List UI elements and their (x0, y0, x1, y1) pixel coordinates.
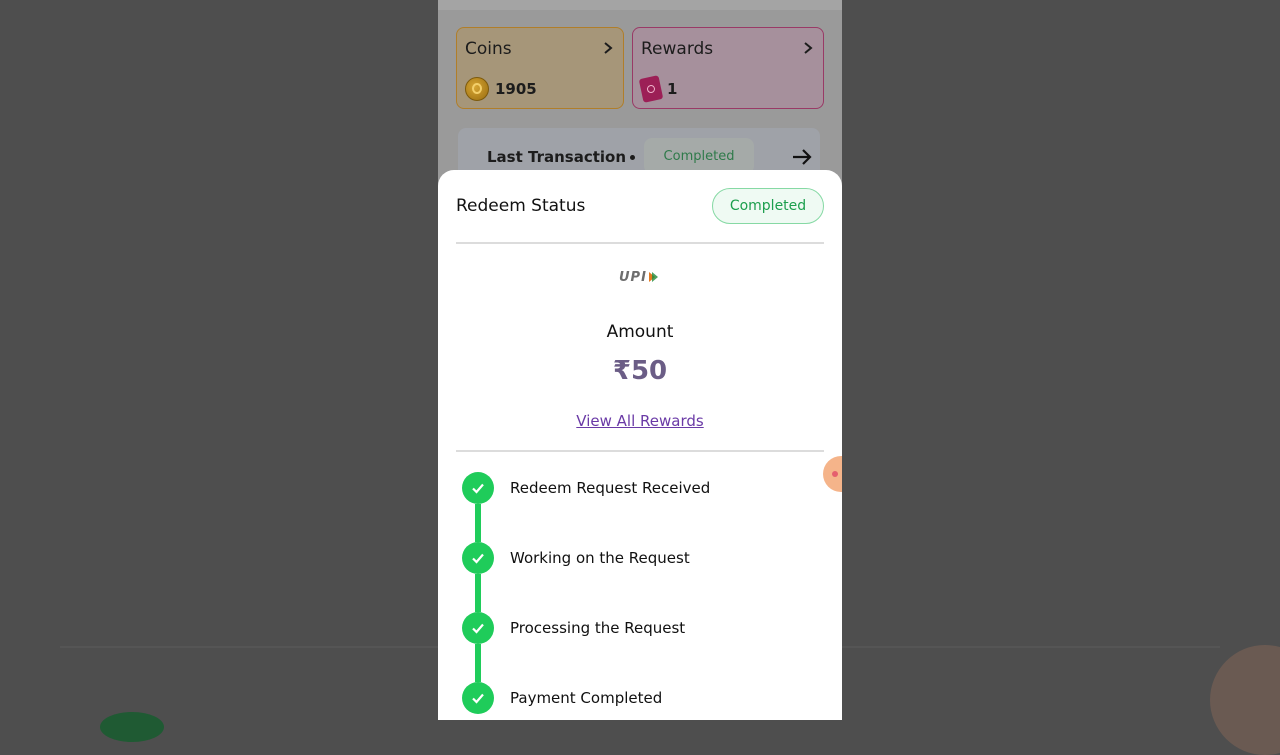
step-connector (475, 644, 481, 682)
top-bar (438, 0, 842, 10)
step-item: Working on the Request (462, 542, 690, 574)
step-label: Working on the Request (510, 549, 690, 567)
upi-logo: UPI (619, 269, 663, 285)
rewards-card[interactable]: Rewards 1 (632, 27, 824, 109)
chevron-right-icon (804, 42, 813, 54)
upi-logo-text: UPI (619, 269, 647, 285)
step-connector (475, 504, 481, 542)
coin-icon (465, 77, 489, 101)
floating-action-button[interactable] (823, 456, 842, 492)
coins-value-row: 1905 (465, 76, 537, 102)
check-icon (462, 612, 494, 644)
separator-dot (630, 155, 635, 160)
chevron-right-icon (604, 42, 613, 54)
step-connector (475, 574, 481, 612)
background-decoration (1210, 645, 1280, 755)
last-transaction-label: Last Transaction (487, 148, 627, 166)
step-item: Processing the Request (462, 612, 685, 644)
amount-value: ₹50 (612, 356, 668, 386)
arrow-right-icon[interactable] (792, 149, 812, 165)
coins-card[interactable]: Coins 1905 (456, 27, 624, 109)
redeem-status-sheet: Redeem Status Completed UPI Amount ₹50 V… (438, 170, 842, 720)
background-decoration (100, 712, 164, 742)
rewards-value: 1 (667, 80, 678, 98)
step-label: Processing the Request (510, 619, 686, 637)
check-icon (462, 682, 494, 714)
check-icon (462, 472, 494, 504)
rewards-value-row: 1 (638, 75, 678, 103)
upi-mark-icon (648, 272, 658, 282)
last-transaction-status: Completed (644, 138, 754, 174)
divider (456, 242, 824, 244)
sheet-title: Redeem Status (456, 196, 586, 216)
step-label: Payment Completed (510, 689, 663, 707)
coins-value: 1905 (495, 80, 537, 98)
divider (456, 450, 824, 452)
status-badge: Completed (712, 188, 824, 224)
step-label: Redeem Request Received (510, 479, 711, 497)
coins-card-title: Coins (465, 39, 512, 59)
ticket-icon (638, 75, 664, 103)
step-item: Redeem Request Received (462, 472, 710, 504)
app-screen: Coins 1905 Rewards 1 Last Transaction Co… (438, 0, 842, 720)
amount-label: Amount (606, 322, 674, 342)
step-item: Payment Completed (462, 682, 662, 714)
rewards-card-title: Rewards (641, 39, 714, 59)
check-icon (462, 542, 494, 574)
view-all-rewards-link[interactable]: View All Rewards (438, 412, 842, 430)
